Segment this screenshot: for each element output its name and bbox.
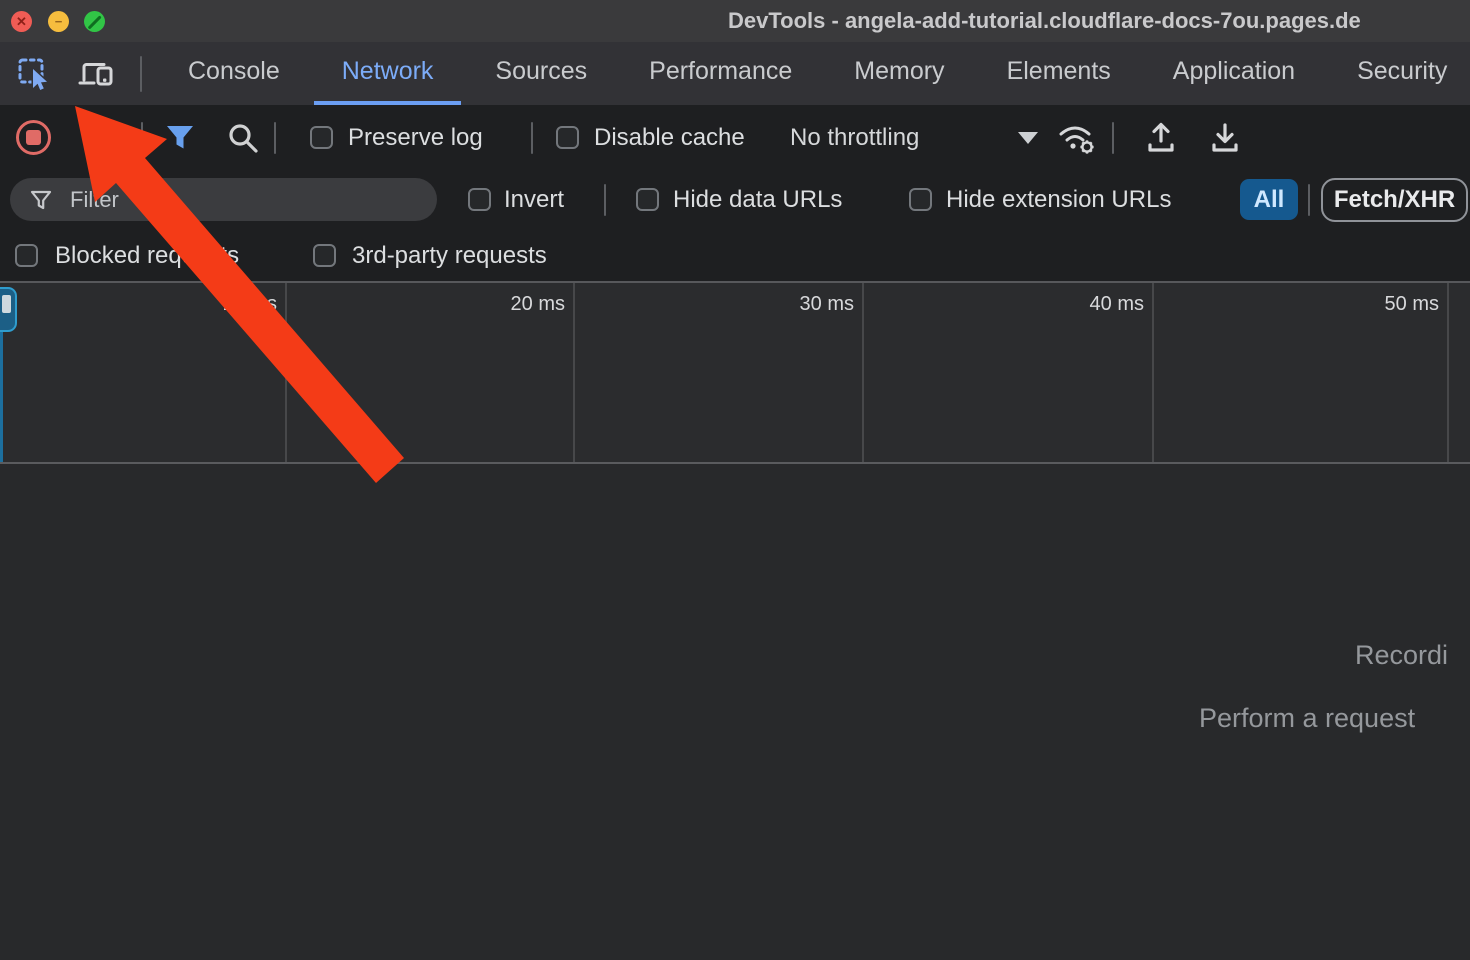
tab-performance[interactable]: Performance xyxy=(621,42,820,105)
disable-cache-label: Disable cache xyxy=(594,124,745,152)
tab-memory[interactable]: Memory xyxy=(826,42,972,105)
toolbar-divider xyxy=(274,122,276,154)
toolbar-divider xyxy=(1112,122,1114,154)
tab-elements[interactable]: Elements xyxy=(979,42,1139,105)
grid-divider xyxy=(573,283,575,462)
toolbar-divider xyxy=(141,122,143,154)
titlebar: ✕ − DevTools - angela-add-tutorial.cloud… xyxy=(0,0,1470,42)
filter-toggle-button[interactable] xyxy=(164,122,196,154)
filter-input-container[interactable] xyxy=(10,178,437,221)
preserve-log-label: Preserve log xyxy=(348,124,483,152)
recording-hint-line1: Recordi xyxy=(1355,640,1448,671)
tab-application[interactable]: Application xyxy=(1145,42,1323,105)
hide-data-urls-label: Hide data URLs xyxy=(673,186,842,214)
search-button[interactable] xyxy=(226,121,260,155)
filter-type-all-button[interactable]: All xyxy=(1240,179,1298,220)
tab-sources[interactable]: Sources xyxy=(467,42,615,105)
grid-divider xyxy=(285,283,287,462)
third-party-requests-checkbox[interactable] xyxy=(313,244,336,267)
grid-divider xyxy=(1152,283,1154,462)
tick-label: 40 ms xyxy=(1034,293,1144,316)
tab-security[interactable]: Security xyxy=(1329,42,1470,105)
blocked-requests-label: Blocked requests xyxy=(55,242,239,270)
preserve-log-checkbox[interactable] xyxy=(310,126,333,149)
tick-label: 30 ms xyxy=(744,293,854,316)
inspect-element-button[interactable] xyxy=(11,51,57,97)
toolbar-divider xyxy=(531,122,533,154)
network-filter-bar: Invert Hide data URLs Hide extension URL… xyxy=(0,170,1470,230)
funnel-icon xyxy=(167,126,193,149)
window-title: DevTools - angela-add-tutorial.cloudflar… xyxy=(728,0,1361,42)
chevron-down-icon xyxy=(1018,132,1038,144)
filter-input[interactable] xyxy=(70,187,390,213)
hide-extension-urls-checkbox[interactable] xyxy=(909,188,932,211)
import-har-button[interactable] xyxy=(1144,121,1178,155)
panel-tabs: Console Network Sources Performance Memo… xyxy=(160,42,1470,105)
funnel-outline-icon xyxy=(30,189,52,211)
slash-glyph xyxy=(88,15,102,29)
device-toolbar-icon xyxy=(77,56,117,92)
grid-divider xyxy=(1447,283,1449,462)
disable-cache-checkbox[interactable] xyxy=(556,126,579,149)
close-icon[interactable]: ✕ xyxy=(11,11,32,32)
wifi-icon xyxy=(1061,128,1089,134)
upload-icon xyxy=(1150,125,1172,151)
download-icon xyxy=(1214,125,1236,150)
blocked-requests-checkbox[interactable] xyxy=(15,244,38,267)
devtools-tabbar: Console Network Sources Performance Memo… xyxy=(0,42,1470,105)
devtools-window: { "window": { "title": "DevTools - angel… xyxy=(0,0,1470,960)
device-toolbar-button[interactable] xyxy=(74,51,120,97)
filter-type-fetch-xhr-button[interactable]: Fetch/XHR xyxy=(1321,178,1468,222)
inspect-element-icon xyxy=(16,56,52,92)
export-har-button[interactable] xyxy=(1208,121,1242,155)
clear-button[interactable] xyxy=(78,119,116,157)
record-network-log-button[interactable] xyxy=(16,120,51,155)
request-filter-bar: Blocked requests 3rd-party requests xyxy=(0,230,1470,283)
throttling-select[interactable]: No throttling xyxy=(790,119,1038,157)
network-conditions-button[interactable] xyxy=(1056,120,1100,156)
grid-divider xyxy=(862,283,864,462)
invert-label: Invert xyxy=(504,186,564,214)
tick-label: 20 ms xyxy=(455,293,565,316)
overview-window-handle[interactable] xyxy=(0,287,17,332)
filter-divider xyxy=(604,184,606,216)
record-icon xyxy=(26,130,41,145)
tick-label: 10 ms xyxy=(167,293,277,316)
tab-console[interactable]: Console xyxy=(160,42,308,105)
fullscreen-icon[interactable] xyxy=(84,11,105,32)
gear-icon xyxy=(1080,140,1093,153)
filter-divider xyxy=(1308,184,1310,216)
tick-label: 50 ms xyxy=(1329,293,1439,316)
handle-grip xyxy=(2,295,11,313)
network-overview-timeline[interactable]: 10 ms 20 ms 30 ms 40 ms 50 ms xyxy=(0,283,1470,464)
minimize-icon[interactable]: − xyxy=(48,11,69,32)
tabbar-divider xyxy=(140,56,142,92)
throttling-value: No throttling xyxy=(790,124,919,152)
invert-checkbox[interactable] xyxy=(468,188,491,211)
hide-data-urls-checkbox[interactable] xyxy=(636,188,659,211)
third-party-requests-label: 3rd-party requests xyxy=(352,242,547,270)
overview-window-edge xyxy=(0,332,3,462)
recording-hint-line2: Perform a request xyxy=(1199,703,1415,734)
hide-extension-urls-label: Hide extension URLs xyxy=(946,186,1171,214)
network-toolbar: Preserve log Disable cache No throttling xyxy=(0,105,1470,170)
tab-network[interactable]: Network xyxy=(314,42,462,105)
